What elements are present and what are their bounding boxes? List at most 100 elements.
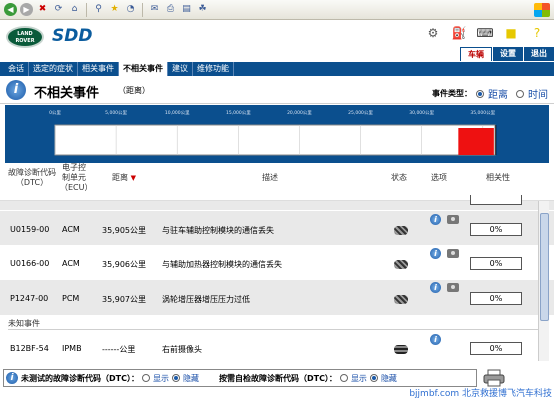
- event-type-distance-radio[interactable]: [476, 89, 484, 98]
- event-description: 涡轮增压器增压压力过低: [162, 295, 250, 304]
- untested-hide-label[interactable]: 隐藏: [183, 373, 199, 384]
- ecu-name: IPMB: [62, 344, 82, 353]
- col-ecu[interactable]: 电子控 制单元 （ECU）: [60, 163, 93, 193]
- info-icon[interactable]: i: [430, 282, 441, 293]
- state-icon: [394, 260, 408, 269]
- distance-value: ------公里: [102, 345, 136, 354]
- info-icon[interactable]: i: [430, 214, 441, 225]
- col-state[interactable]: 状态: [384, 173, 414, 183]
- chart-plot-area: [54, 124, 496, 156]
- printer-icon[interactable]: [483, 369, 505, 387]
- relevance-field[interactable]: 0%: [470, 257, 522, 270]
- ecu-name: PCM: [62, 294, 80, 303]
- help-icon[interactable]: ?: [528, 24, 546, 42]
- selfcheck-show-label[interactable]: 显示: [351, 373, 367, 384]
- col-description[interactable]: 描述: [240, 173, 300, 183]
- nav-tab-related-events[interactable]: 相关事件: [78, 62, 119, 76]
- forward-icon[interactable]: ▶: [20, 3, 33, 16]
- relevance-field[interactable]: 0%: [470, 292, 522, 305]
- selfcheck-hide-label[interactable]: 隐藏: [381, 373, 397, 384]
- relevance-field-partial[interactable]: [470, 195, 522, 205]
- section-divider: [8, 329, 544, 330]
- selfcheck-show-radio[interactable]: [339, 374, 348, 382]
- dtc-filter-bar: i 未测试的故障诊断代码（DTC）： 显示 隐藏 按需自检故障诊断代码（DTC）…: [3, 369, 477, 387]
- back-icon[interactable]: ◀: [4, 3, 17, 16]
- unknown-events-heading: 未知事件: [8, 319, 40, 328]
- event-description: 与辅助加热器控制模块的通信丢失: [162, 260, 282, 269]
- discuss-icon[interactable]: ☘: [196, 3, 209, 16]
- page-title: 不相关事件: [34, 86, 100, 101]
- vehicle-connect-icon[interactable]: ⚙: [424, 24, 442, 42]
- windows-logo-icon: [534, 3, 550, 17]
- app-header: LAND ROVER SDD ⚙ ⛽ ⌨ ■ ? 车辆 设置 退出: [0, 20, 554, 62]
- keyboard-icon[interactable]: ⌨: [476, 24, 494, 42]
- distance-value: 35,907公里: [102, 295, 146, 304]
- col-ecu-line2: 制单元: [62, 173, 86, 182]
- mail-icon[interactable]: ✉: [148, 3, 161, 16]
- untested-show-radio[interactable]: [141, 374, 150, 382]
- distance-timeline-panel: 0公里 5,000公里 10,000公里 15,000公里 20,000公里 25,000…: [5, 105, 549, 163]
- event-description: 与驻车辅助控制模块的通信丢失: [162, 226, 274, 235]
- col-relevance[interactable]: 相关性: [478, 173, 518, 183]
- chart-tick-label: 30,000公里: [409, 110, 434, 116]
- scrollbar-thumb[interactable]: [540, 213, 549, 321]
- untested-dtc-label: 未测试的故障诊断代码（DTC）：: [21, 373, 139, 383]
- stop-icon[interactable]: ✖: [36, 3, 49, 16]
- watermark: bjjmbf.com 北京救援博飞汽车科技: [409, 389, 552, 399]
- search-icon[interactable]: ⚲: [92, 3, 105, 16]
- favorites-icon[interactable]: ★: [108, 3, 121, 16]
- dtc-code: P1247-00: [10, 294, 49, 303]
- chart-tick-label: 35,000公里: [470, 110, 495, 116]
- fuel-icon[interactable]: ⛽: [450, 24, 468, 42]
- col-ecu-line1: 电子控: [62, 163, 86, 172]
- camera-icon[interactable]: [447, 283, 459, 292]
- page-subtitle: （距离）: [118, 86, 150, 95]
- col-options[interactable]: 选项: [424, 173, 454, 183]
- camera-icon[interactable]: [447, 249, 459, 258]
- selfcheck-hide-radio[interactable]: [369, 374, 378, 382]
- col-dtc[interactable]: 故障诊断代码 （DTC）: [4, 168, 60, 188]
- chart-tick-label: 25,000公里: [348, 110, 373, 116]
- untested-show-label[interactable]: 显示: [153, 373, 169, 384]
- dtc-code: B12BF-54: [10, 344, 49, 353]
- event-type-time-radio[interactable]: [516, 89, 524, 98]
- nav-tab-selected-symptoms[interactable]: 选定的症状: [29, 62, 78, 76]
- ecu-name: ACM: [62, 225, 80, 234]
- nav-tab-unrelated-events[interactable]: 不相关事件: [119, 62, 168, 76]
- print-icon[interactable]: ⎙: [164, 3, 177, 16]
- home-icon[interactable]: ⌂: [68, 3, 81, 16]
- chart-tick-label: 15,000公里: [226, 110, 251, 116]
- event-type-time-label[interactable]: 时间: [528, 86, 548, 101]
- notes-icon[interactable]: ■: [502, 24, 520, 42]
- camera-icon[interactable]: [447, 215, 459, 224]
- table-scrollbar[interactable]: [538, 201, 549, 361]
- relevance-field[interactable]: 0%: [470, 223, 522, 236]
- event-type-distance-label[interactable]: 距离: [488, 86, 508, 101]
- tab-exit[interactable]: 退出: [523, 47, 554, 61]
- event-type-selector: 事件类型： 距离 时间: [432, 86, 548, 101]
- nav-tab-repair-functions[interactable]: 维修功能: [193, 62, 234, 76]
- distance-value: 35,905公里: [102, 226, 146, 235]
- refresh-icon[interactable]: ⟳: [52, 3, 65, 16]
- table-row[interactable]: B12BF-54 IPMB ------公里 右前摄像头 i 0%: [0, 331, 554, 365]
- relevance-field[interactable]: 0%: [470, 342, 522, 355]
- col-distance[interactable]: 距离 ▼: [104, 173, 144, 183]
- nav-tab-session[interactable]: 会话: [4, 62, 29, 76]
- selfcheck-dtc-label: 按需自检故障诊断代码（DTC）：: [218, 373, 337, 383]
- untested-hide-radio[interactable]: [171, 374, 180, 382]
- col-dtc-line2: （DTC）: [15, 178, 49, 187]
- nav-tab-recommendations[interactable]: 建议: [168, 62, 193, 76]
- table-row[interactable]: U0159-00 ACM 35,905公里 与驻车辅助控制模块的通信丢失 i 0…: [0, 211, 554, 246]
- table-row[interactable]: P1247-00 PCM 35,907公里 涡轮增压器增压压力过低 i 0%: [0, 280, 554, 316]
- info-icon[interactable]: i: [430, 248, 441, 259]
- dtc-code: U0166-00: [10, 259, 50, 268]
- toolbar-divider: [142, 2, 143, 17]
- info-icon[interactable]: i: [430, 334, 441, 345]
- chart-tick-label: 20,000公里: [287, 110, 312, 116]
- tab-settings[interactable]: 设置: [492, 47, 523, 61]
- edit-icon[interactable]: ▤: [180, 3, 193, 16]
- history-icon[interactable]: ◔: [124, 3, 137, 16]
- tab-vehicle[interactable]: 车辆: [460, 47, 492, 61]
- table-row[interactable]: U0166-00 ACM 35,906公里 与辅助加热器控制模块的通信丢失 i …: [0, 246, 554, 280]
- chart-event-bar[interactable]: [458, 128, 494, 155]
